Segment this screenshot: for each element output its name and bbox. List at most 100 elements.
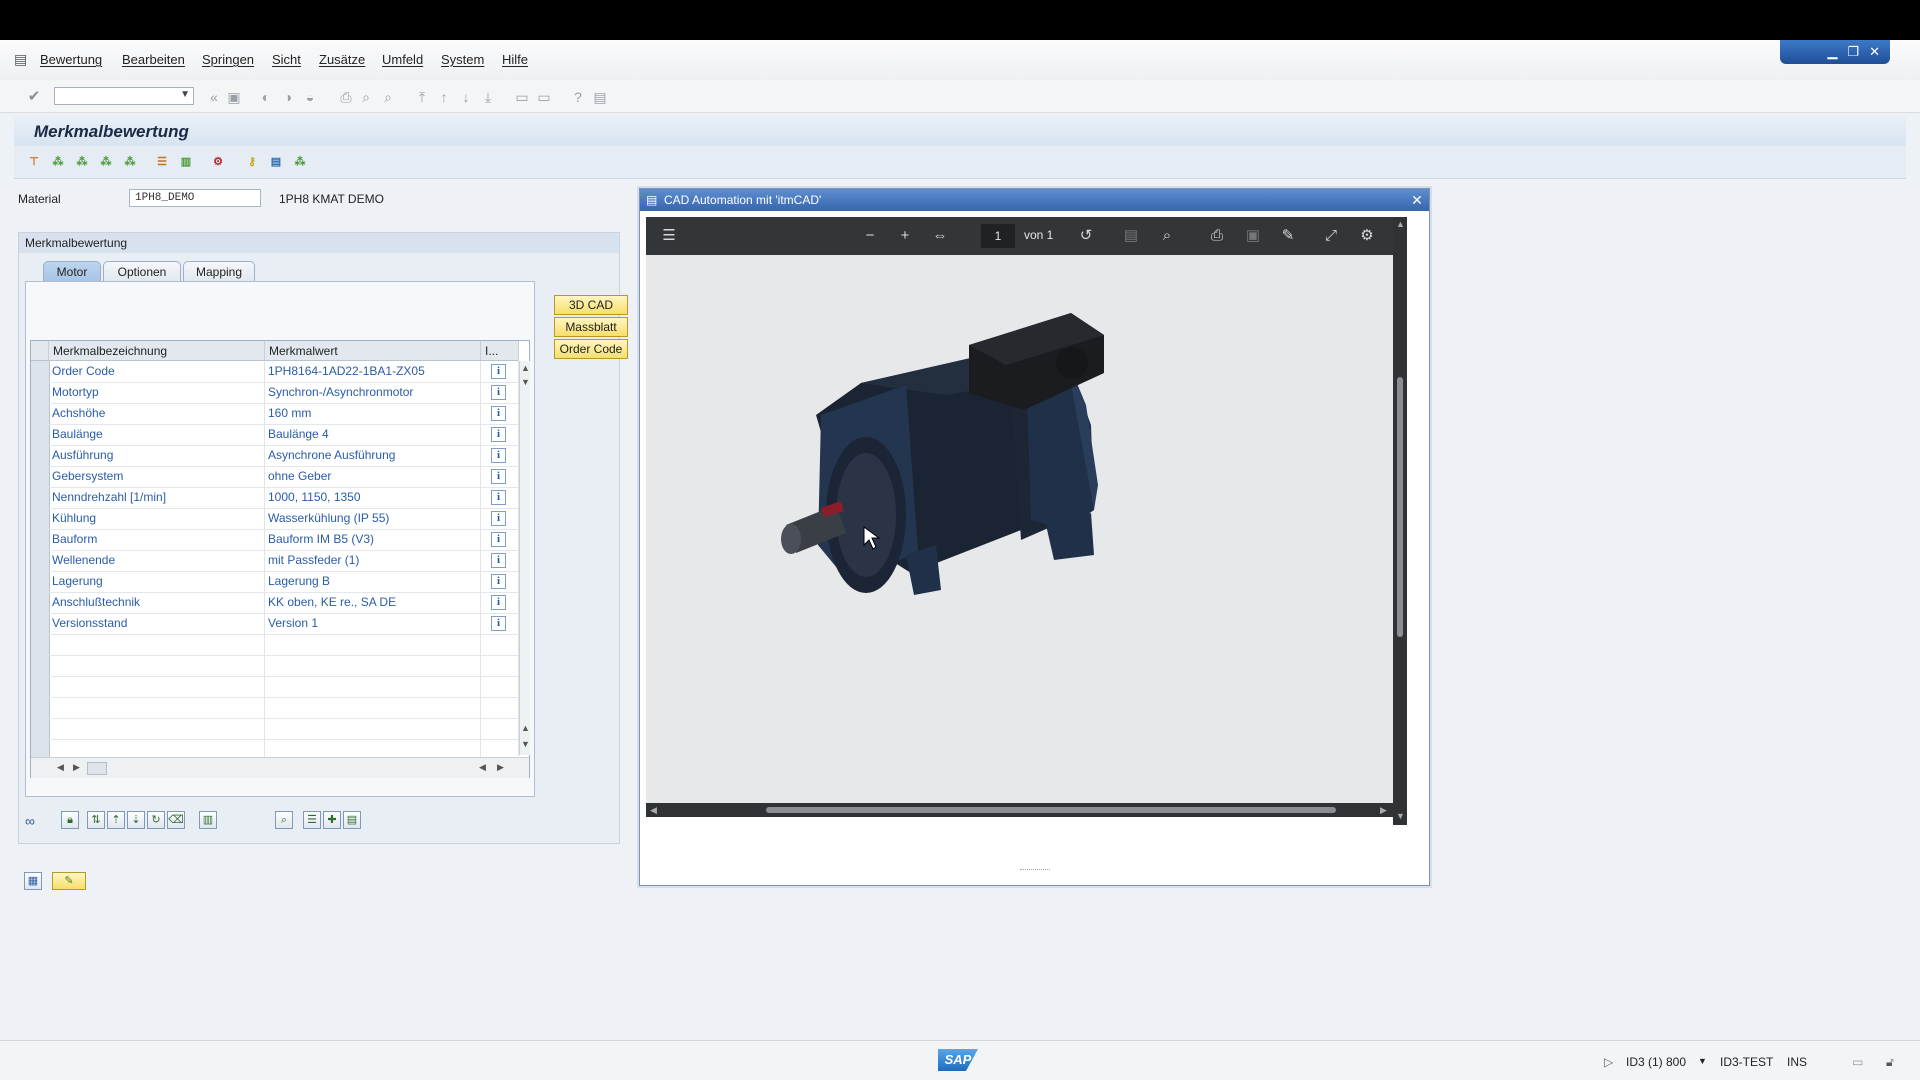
table-row[interactable] — [49, 718, 519, 740]
motor-3d-model[interactable] — [646, 255, 1393, 803]
print-icon[interactable]: ⎙ — [338, 89, 354, 105]
viewer-scroll-right-icon[interactable]: ▶ — [1380, 805, 1387, 816]
info-icon[interactable]: i — [491, 553, 506, 568]
page-number-input[interactable]: 1 — [981, 224, 1015, 248]
zoom-in-icon[interactable]: + — [896, 227, 914, 245]
settings-gear-icon[interactable]: ⚙ — [1358, 227, 1376, 245]
info-icon[interactable]: i — [491, 616, 506, 631]
characteristic-name[interactable]: Bauform — [49, 529, 265, 550]
characteristic-name[interactable]: Anschlußtechnik — [49, 592, 265, 613]
info-icon[interactable]: i — [491, 364, 506, 379]
rotate-icon[interactable]: ↺ — [1077, 227, 1095, 245]
table-row[interactable] — [49, 655, 519, 677]
characteristic-value[interactable] — [265, 718, 481, 739]
back-icon[interactable]: ◐ — [258, 89, 274, 105]
viewer-vscroll-thumb[interactable] — [1397, 377, 1403, 637]
info-icon[interactable]: i — [491, 406, 506, 421]
viewer-scroll-up-icon[interactable]: ▲ — [1396, 219, 1405, 229]
document-values-icon[interactable]: ▤ — [343, 811, 361, 829]
previous-page-icon[interactable]: ↑ — [436, 89, 452, 105]
material-input[interactable]: 1PH8_DEMO — [129, 189, 261, 207]
column-header-merkmalbezeichnung[interactable]: Merkmalbezeichnung — [49, 341, 265, 361]
find-next-icon[interactable]: ⌕ — [380, 89, 396, 105]
characteristic-value[interactable]: Bauform IM B5 (V3) — [265, 529, 481, 550]
lock-icon[interactable]: 🔒︎ — [61, 811, 79, 829]
tab-optionen[interactable]: Optionen — [103, 261, 181, 281]
menu-bearbeiten[interactable]: Bearbeiten — [122, 52, 185, 67]
outline-menu-icon[interactable]: ☰ — [660, 227, 678, 245]
scroll-left-2-icon[interactable]: ◀ — [479, 762, 486, 773]
tree-collapse-icon[interactable]: ⁂ — [74, 154, 90, 170]
enter-check-icon[interactable]: ✔ — [26, 89, 42, 105]
find-icon[interactable]: ⌕ — [358, 89, 374, 105]
fit-page-icon[interactable]: ⇔ — [931, 227, 949, 245]
next-page-icon[interactable]: ↓ — [458, 89, 474, 105]
structure-icon[interactable]: ⊤ — [26, 154, 42, 170]
viewer-vertical-scrollbar[interactable]: ▲ ▼ — [1393, 217, 1407, 825]
grid-columns-icon[interactable]: ▥ — [199, 811, 217, 829]
characteristic-value[interactable]: Asynchrone Ausführung — [265, 445, 481, 466]
edit-icon[interactable]: ✎ — [52, 872, 86, 890]
table-row[interactable] — [49, 634, 519, 656]
characteristic-value[interactable] — [265, 697, 481, 718]
characteristic-name[interactable] — [49, 697, 265, 718]
menu-sicht[interactable]: Sicht — [272, 52, 301, 67]
table-row[interactable]: Achshöhe 160 mm i — [49, 403, 519, 425]
unlock-icon[interactable]: 🔓︎ — [1886, 1055, 1894, 1070]
save-icon[interactable]: ▣ — [1244, 227, 1262, 245]
info-icon[interactable]: i — [491, 385, 506, 400]
characteristic-value[interactable]: KK oben, KE re., SA DE — [265, 592, 481, 613]
first-page-icon[interactable]: ⤒ — [414, 89, 430, 105]
scroll-left-icon[interactable]: ◀ — [57, 762, 64, 773]
layout-menu-icon[interactable]: ▤ — [592, 89, 608, 105]
characteristic-name[interactable]: Ausführung — [49, 445, 265, 466]
row-selector-column[interactable] — [31, 361, 50, 757]
characteristic-name[interactable]: Versionsstand — [49, 613, 265, 634]
characteristic-value[interactable]: 1PH8164-1AD22-1BA1-ZX05 — [265, 361, 481, 382]
characteristic-name[interactable] — [49, 655, 265, 676]
table-row[interactable]: Bauform Bauform IM B5 (V3) i — [49, 529, 519, 551]
characteristic-value[interactable]: Synchron-/Asynchronmotor — [265, 382, 481, 403]
session-dropdown-icon[interactable]: ▼ — [1698, 1056, 1707, 1066]
massblatt-button[interactable]: Massblatt — [554, 317, 628, 337]
characteristic-value[interactable]: 160 mm — [265, 403, 481, 424]
scroll-right-2-icon[interactable]: ▶ — [497, 762, 504, 773]
fullscreen-icon[interactable]: ⤢ — [1322, 227, 1340, 245]
characteristic-value[interactable] — [265, 676, 481, 697]
characteristic-name[interactable]: Order Code — [49, 361, 265, 382]
table-row[interactable]: Motortyp Synchron-/Asynchronmotor i — [49, 382, 519, 404]
insert-mode[interactable]: INS — [1787, 1055, 1807, 1069]
tree-filter-icon[interactable]: ⁂ — [122, 154, 138, 170]
table-row[interactable]: Wellenende mit Passfeder (1) i — [49, 550, 519, 572]
characteristic-name[interactable]: Nenndrehzahl [1/min] — [49, 487, 265, 508]
characteristic-name[interactable]: Wellenende — [49, 550, 265, 571]
tab-motor[interactable]: Motor — [43, 261, 101, 281]
characteristic-value[interactable]: Wasserkühlung (IP 55) — [265, 508, 481, 529]
column-header-merkmalwert[interactable]: Merkmalwert — [265, 341, 481, 361]
3d-cad-button[interactable]: 3D CAD — [554, 295, 628, 315]
info-icon[interactable]: i — [491, 511, 506, 526]
characteristic-name[interactable] — [49, 634, 265, 655]
characteristic-value[interactable] — [265, 634, 481, 655]
viewer-scroll-down-icon[interactable]: ▼ — [1396, 811, 1405, 821]
table-row[interactable]: Order Code 1PH8164-1AD22-1BA1-ZX05 i — [49, 361, 519, 383]
menu-hilfe[interactable]: Hilfe — [502, 52, 528, 67]
characteristic-name[interactable]: Gebersystem — [49, 466, 265, 487]
characteristic-value[interactable]: ohne Geber — [265, 466, 481, 487]
export-icon[interactable]: ✎ — [1279, 227, 1297, 245]
viewer-hscroll-thumb[interactable] — [766, 807, 1336, 813]
menu-bewertung[interactable]: Bewertung — [40, 52, 102, 67]
menu-umfeld[interactable]: Umfeld — [382, 52, 423, 67]
zoom-out-icon[interactable]: − — [861, 227, 879, 245]
characteristic-name[interactable]: Kühlung — [49, 508, 265, 529]
characteristic-value[interactable] — [265, 655, 481, 676]
key-icon[interactable]: ⚷ — [244, 154, 260, 170]
list-icon[interactable]: ☰ — [303, 811, 321, 829]
info-icon[interactable]: i — [491, 595, 506, 610]
info-icon[interactable]: i — [491, 574, 506, 589]
viewer-scroll-left-icon[interactable]: ◀ — [650, 805, 657, 816]
columns-icon[interactable]: ▥ — [178, 154, 194, 170]
characteristic-value[interactable]: Lagerung B — [265, 571, 481, 592]
table-settings-icon[interactable]: ▦ — [24, 872, 42, 890]
table-row[interactable]: Versionsstand Version 1 i — [49, 613, 519, 635]
